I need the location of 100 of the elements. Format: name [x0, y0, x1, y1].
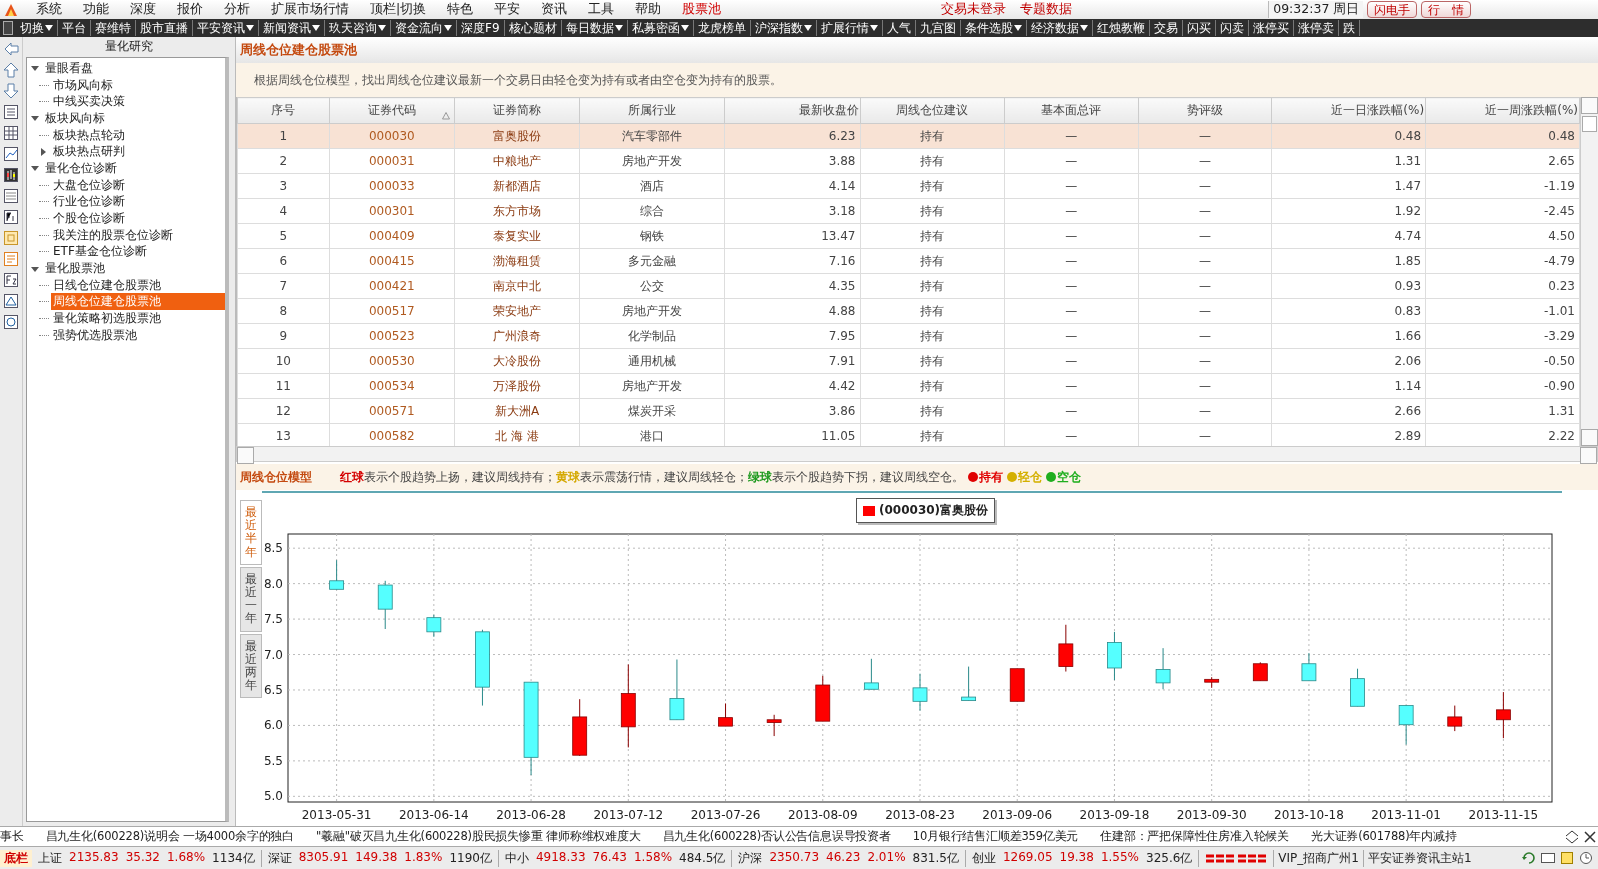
news-link[interactable]: 昌九生化(600228)否认公告信息误导投资者 [662, 829, 891, 844]
toolbar-button[interactable]: 私募密函 [627, 20, 694, 36]
news-link[interactable]: "羲融"破灭昌九生化(600228)股民损失惨重 律师称维权难度大 [316, 829, 641, 844]
menu-item[interactable]: 股票池 [671, 1, 732, 18]
table-row[interactable]: 10 000530 大冷股份 通用机械 7.91 持有 — — 2.06 -0.50 [237, 348, 1580, 374]
column-header[interactable]: 近一日涨跌幅(%) [1271, 97, 1426, 124]
toolbar-button[interactable]: 平台 [58, 20, 91, 36]
tree-item[interactable]: 板块风向标 [43, 109, 107, 127]
period-tab[interactable]: 最近一年 [240, 566, 262, 632]
table-row[interactable]: 4 000301 东方市场 综合 3.18 持有 — — 1.92 -2.45 [237, 198, 1580, 224]
toolbar-button[interactable]: 赛维特 [91, 20, 136, 36]
table-row[interactable]: 7 000421 南京中北 公交 4.35 持有 — — 0.93 0.23 [237, 273, 1580, 299]
toolbar-button[interactable]: 条件选股 [960, 20, 1027, 36]
column-header[interactable]: 证券简称 [454, 97, 580, 124]
toolbar-button[interactable]: 每日数据 [561, 20, 628, 36]
table-row[interactable]: 6 000415 渤海租赁 多元金融 7.16 持有 — — 1.85 -4.79 [237, 248, 1580, 274]
toolbar-button[interactable]: 玖天咨询 [325, 20, 391, 36]
toolbar-button[interactable]: 核心题材 [504, 20, 562, 36]
menu-item[interactable]: 资讯 [530, 1, 578, 18]
toolbar-button[interactable]: 人气 [882, 20, 916, 36]
tree-item[interactable]: 行业仓位诊断 [51, 193, 127, 211]
toolbar-button[interactable]: 扩展行情 [816, 20, 883, 36]
toolbar-button[interactable]: 跌 [1338, 20, 1360, 36]
server-name[interactable]: VIP_招商广州1 [1273, 849, 1363, 867]
tree-item[interactable]: ETF基金仓位诊断 [51, 243, 149, 261]
table-row[interactable]: 9 000523 广州浪奇 化学制品 7.95 持有 — — 1.66 -3.29 [237, 323, 1580, 349]
tree-item[interactable]: 大盘仓位诊断 [51, 176, 127, 194]
table-row[interactable]: 12 000571 新大洲A 煤炭开采 3.86 持有 — — 2.66 1.31 [237, 398, 1580, 424]
server-name[interactable]: 平安证券资讯主站1 [1363, 849, 1476, 867]
column-header[interactable]: 所属行业 [579, 97, 725, 124]
menu-item[interactable]: 平安 [483, 1, 531, 18]
tree-item[interactable]: 市场风向标 [51, 76, 115, 94]
menu-item[interactable]: 报价 [166, 1, 213, 18]
toolbar-button[interactable]: 经济数据 [1026, 20, 1093, 36]
menu-item[interactable]: 功能 [72, 1, 119, 18]
column-header[interactable]: 势评级 [1138, 97, 1272, 124]
tree-item[interactable]: 量眼看盘 [43, 59, 95, 77]
column-header[interactable]: 序号 [237, 97, 330, 124]
toolbar-button[interactable]: 新闻资讯 [259, 20, 325, 36]
menu-item[interactable]: 工具 [577, 1, 625, 18]
menu-item[interactable]: 特色 [436, 1, 484, 18]
toolbar-button[interactable]: 股市直播 [136, 20, 193, 36]
toolbar-button[interactable]: 涨停卖 [1293, 20, 1339, 36]
tree-item[interactable]: 量化仓位诊断 [43, 159, 119, 177]
tree-item[interactable]: 个股仓位诊断 [51, 210, 127, 228]
table-row[interactable]: 2 000031 中粮地产 房地产开发 3.88 持有 — — 1.31 2.65 [237, 148, 1580, 174]
menu-item[interactable]: 帮助 [624, 1, 672, 18]
table-cell: 新大洲A [454, 398, 580, 424]
tree-item[interactable]: 板块热点轮动 [51, 126, 127, 144]
toolbar-button[interactable]: 切换 [16, 20, 58, 36]
table-row[interactable]: 8 000517 荣安地产 房地产开发 4.88 持有 — — 0.83 -1.01 [237, 298, 1580, 324]
quick-button[interactable]: 闪电手 [1367, 1, 1418, 18]
table-row[interactable]: 3 000033 新都酒店 酒店 4.14 持有 — — 1.47 -1.19 [237, 173, 1580, 199]
column-header[interactable]: 基本面总评 [1004, 97, 1139, 124]
axis-label: 2013-10-18 [1274, 808, 1344, 822]
toolbar-button[interactable]: 闪买 [1182, 20, 1216, 36]
status-badge[interactable]: 底栏 [0, 849, 32, 867]
toolbar-button[interactable]: 九宫图 [915, 20, 961, 36]
table-row[interactable]: 11 000534 万泽股份 房地产开发 4.42 持有 — — 1.14 -0.90 [237, 373, 1580, 399]
tree-item[interactable]: 日线仓位建仓股票池 [51, 276, 163, 294]
news-link[interactable]: 光大证券(601788)年内减持 [1311, 829, 1457, 844]
toolbar-button[interactable]: 龙虎榜单 [693, 20, 751, 36]
toolbar-button[interactable]: 红烛教鞭 [1092, 20, 1150, 36]
news-link[interactable]: 10月银行结售汇顺差359亿美元 [912, 829, 1079, 844]
quick-button[interactable]: 行 情 [1421, 1, 1472, 18]
tree-item[interactable]: 我关注的股票仓位诊断 [51, 226, 175, 244]
toolbar-button[interactable]: 交易 [1149, 20, 1183, 36]
menu-item[interactable]: 深度 [119, 1, 166, 18]
toolbar-button[interactable]: 涨停买 [1248, 20, 1294, 36]
column-header[interactable]: 最新收盘价 [724, 97, 860, 124]
menu-item[interactable]: 分析 [213, 1, 260, 18]
tree-item[interactable]: 量化策略初选股票池 [51, 310, 163, 328]
tree-item[interactable]: 板块热点研判 [51, 143, 127, 161]
toolbar-button[interactable]: 闪卖 [1215, 20, 1249, 36]
tree-item[interactable]: 中线买卖决策 [51, 93, 127, 111]
table-row[interactable]: 5 000409 泰复实业 钢铁 13.47 持有 — — 4.74 4.50 [237, 223, 1580, 249]
period-tab[interactable]: 最近半年 [240, 500, 262, 565]
toolbar-button[interactable]: 资金流向 [391, 20, 457, 36]
column-header[interactable]: 近一周涨跌幅(%) [1425, 97, 1580, 124]
menu-item[interactable]: 系统 [25, 1, 72, 18]
news-link[interactable]: 事长 [0, 829, 24, 844]
column-header[interactable]: 证券代码 [329, 97, 455, 124]
notice-link[interactable]: 专题数据 [1020, 1, 1073, 18]
toolbar-button[interactable]: 平安资讯 [193, 20, 259, 36]
news-link[interactable]: 昌九生化(600228)说明会 一场4000余字的独白 [45, 829, 294, 844]
menu-item[interactable]: 顶栏|切换 [359, 1, 437, 18]
table-row[interactable]: 1 000030 富奥股份 汽车零部件 6.23 持有 — — 0.48 0.48 [237, 123, 1580, 149]
period-tab[interactable]: 最近两年 [240, 633, 262, 699]
tree-item[interactable]: 强势优选股票池 [51, 326, 139, 344]
notice-link[interactable]: 交易未登录 [941, 1, 1007, 18]
menu-item[interactable]: 扩展市场行情 [260, 1, 359, 18]
table-cell: 1.47 [1271, 173, 1426, 199]
toolbar-button[interactable]: 沪深指数 [750, 20, 817, 36]
toolbar-button[interactable]: 深度F9 [457, 20, 505, 36]
axis-label: 2013-09-06 [982, 808, 1053, 822]
column-header[interactable]: 周线仓位建议 [860, 97, 1005, 124]
tree-item[interactable]: 量化股票池 [43, 260, 107, 278]
news-link[interactable]: 住建部：严把保障性住房准入轮候关 [1100, 829, 1289, 844]
index-change: 149.38 [355, 849, 398, 866]
table-cell: — [1138, 273, 1272, 299]
